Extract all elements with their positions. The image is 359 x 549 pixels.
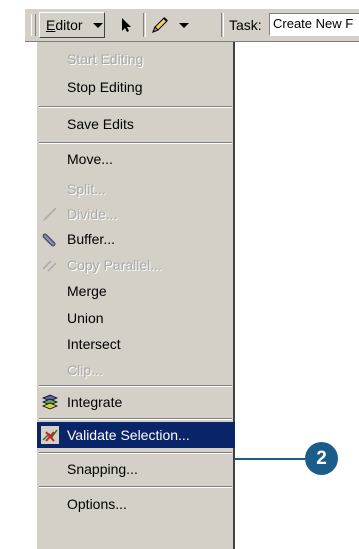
menu-item-label: Save Edits (67, 116, 134, 132)
menu-item-label: Clip... (67, 362, 103, 378)
menu-item-integrate[interactable]: Integrate (37, 389, 234, 415)
menu-item-label: Options... (67, 496, 127, 512)
menu-divider (39, 106, 232, 108)
menu-item-intersect[interactable]: Intersect (37, 331, 234, 357)
menu-item-label: Validate Selection... (67, 427, 190, 443)
menu-divider (39, 486, 232, 488)
menu-divider (39, 142, 232, 144)
menu-item-merge[interactable]: Merge (37, 278, 234, 304)
toolbar-grip[interactable] (31, 14, 36, 36)
menu-item-label: Union (67, 310, 104, 326)
copy-parallel-icon (42, 260, 57, 272)
menu-item-label: Stop Editing (67, 79, 143, 95)
validate-selection-icon (41, 426, 59, 444)
chevron-down-icon (179, 22, 189, 28)
editor-mnemonic: E (46, 17, 56, 33)
menu-item-label: Move... (67, 151, 113, 167)
divide-icon (43, 207, 57, 221)
menu-divider (39, 418, 232, 420)
editor-toolbar: Editor Task: Create New F (25, 8, 359, 42)
menu-item-label: Integrate (67, 394, 123, 410)
editor-menu-button[interactable]: Editor (39, 12, 105, 38)
menu-item-validate-selection[interactable]: Validate Selection... (37, 422, 235, 448)
edit-tool-button[interactable] (113, 12, 139, 38)
menu-item-snapping[interactable]: Snapping... (37, 456, 234, 482)
menu-item-union[interactable]: Union (37, 305, 234, 331)
step-callout-badge: 2 (305, 442, 338, 475)
editor-dropdown-menu: Start Editing Stop Editing Save Edits Mo… (36, 42, 235, 549)
menu-divider (39, 385, 232, 387)
task-dropdown[interactable]: Create New F (269, 13, 359, 36)
toolbar-separator (221, 13, 224, 37)
menu-item-buffer[interactable]: Buffer... (37, 226, 234, 252)
editor-label: ditor (55, 17, 83, 33)
integrate-icon (41, 394, 59, 410)
pencil-icon (152, 17, 168, 33)
menu-item-divide[interactable]: Divide... (37, 201, 234, 227)
menu-item-label: Buffer... (67, 231, 115, 247)
menu-item-label: Snapping... (67, 461, 138, 477)
menu-item-copy-parallel[interactable]: Copy Parallel... (37, 252, 234, 278)
menu-item-options[interactable]: Options... (37, 491, 234, 517)
chevron-down-icon (92, 22, 103, 28)
sketch-tool-button[interactable] (149, 12, 195, 38)
menu-item-label: Split... (67, 181, 106, 197)
menu-item-label: Intersect (67, 336, 121, 352)
menu-item-clip[interactable]: Clip... (37, 357, 234, 383)
menu-item-label: Divide... (67, 206, 118, 222)
menu-item-start-editing[interactable]: Start Editing (37, 46, 234, 72)
menu-item-stop-editing[interactable]: Stop Editing (37, 74, 234, 100)
task-label: Task: (229, 17, 262, 33)
buffer-icon (42, 233, 56, 247)
toolbar-separator (143, 13, 146, 37)
menu-item-move[interactable]: Move... (37, 146, 234, 172)
menu-divider (39, 452, 232, 454)
pointer-arrow-icon (122, 18, 131, 32)
menu-item-save-edits[interactable]: Save Edits (37, 111, 234, 137)
menu-item-split[interactable]: Split... (37, 176, 234, 202)
callout-leader-line (235, 458, 305, 460)
menu-item-label: Start Editing (67, 51, 144, 67)
menu-item-label: Copy Parallel... (67, 257, 162, 273)
menu-item-label: Merge (67, 283, 107, 299)
